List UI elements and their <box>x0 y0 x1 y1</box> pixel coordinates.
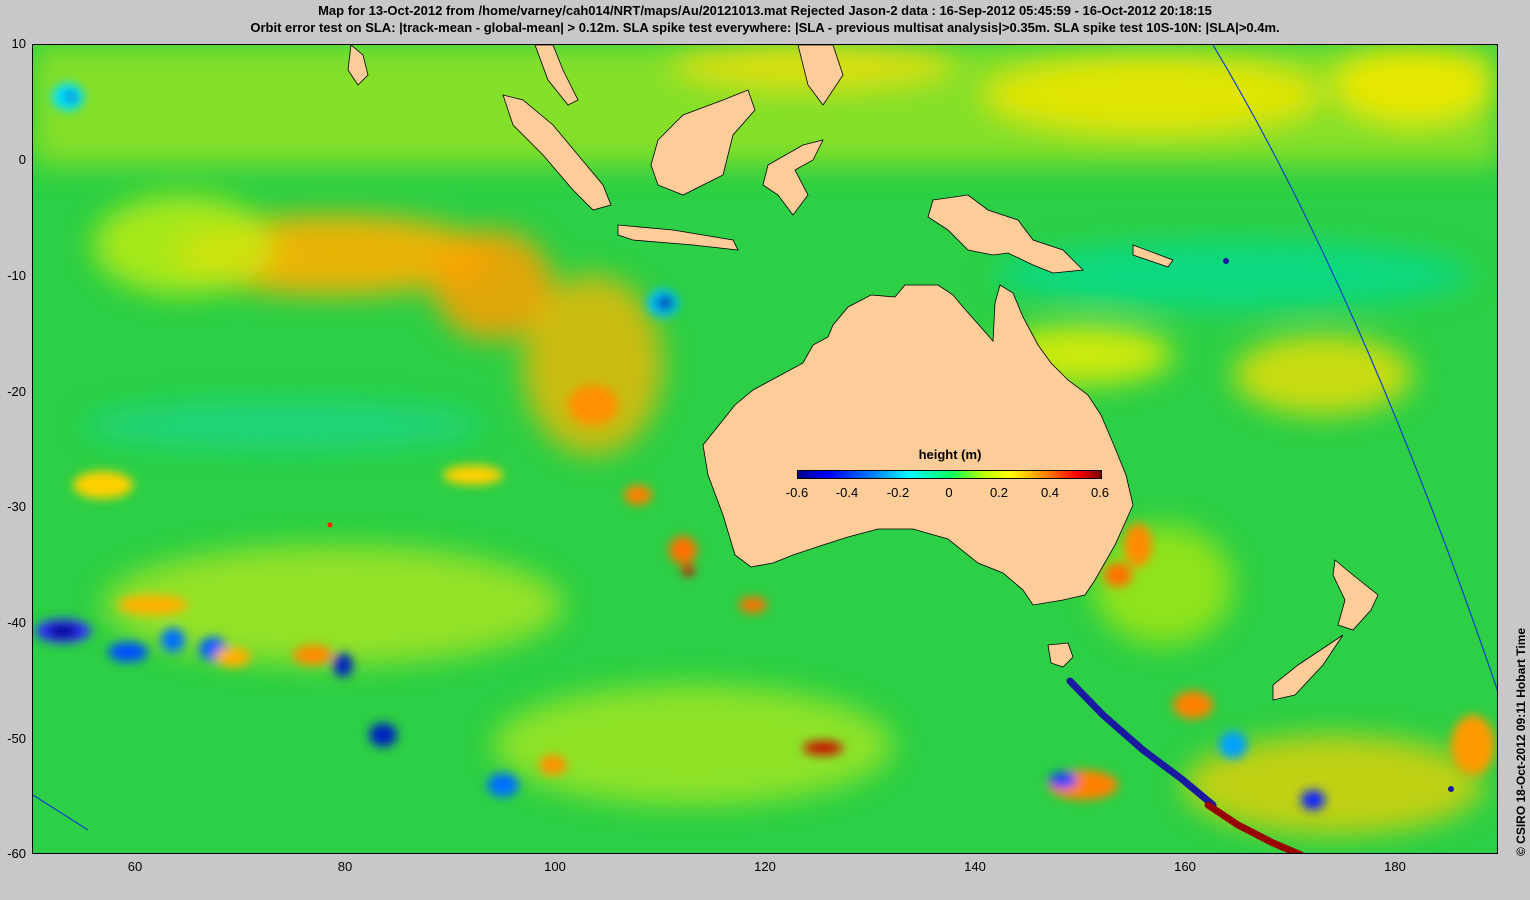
x-tick-label: 60 <box>127 859 143 874</box>
colorbar-tick: 0.4 <box>1040 485 1060 500</box>
map-canvas <box>33 45 1497 853</box>
colorbar-tick: 0.6 <box>1090 485 1110 500</box>
x-tick-label: 180 <box>1384 859 1406 874</box>
y-tick-label: -50 <box>7 731 26 746</box>
credit-text: © CSIRO 18-Oct-2012 09:11 Hobart Time <box>1514 627 1528 856</box>
y-tick-label: -40 <box>7 615 26 630</box>
map-title-line2: Orbit error test on SLA: |track-mean - g… <box>250 20 1280 35</box>
y-tick-label: -60 <box>7 846 26 861</box>
y-tick-label: 10 <box>11 36 26 51</box>
colorbar <box>797 470 1102 479</box>
y-tick-label: -20 <box>7 384 26 399</box>
map-title-line1: Map for 13-Oct-2012 from /home/varney/ca… <box>318 3 1212 18</box>
x-tick-label: 100 <box>544 859 566 874</box>
x-tick-label: 120 <box>754 859 776 874</box>
x-tick-label: 160 <box>1174 859 1196 874</box>
colorbar-tick: -0.4 <box>835 485 859 500</box>
x-tick-label: 80 <box>337 859 353 874</box>
y-tick-label: -30 <box>7 499 26 514</box>
colorbar-tick: 0.2 <box>989 485 1009 500</box>
y-tick-label: -10 <box>7 268 26 283</box>
y-tick-label: 0 <box>18 152 26 167</box>
colorbar-tick: -0.6 <box>785 485 809 500</box>
colorbar-tick: 0 <box>945 485 953 500</box>
x-tick-label: 140 <box>964 859 986 874</box>
colorbar-title: height (m) <box>918 447 982 462</box>
sla-map <box>32 44 1498 854</box>
colorbar-tick: -0.2 <box>886 485 910 500</box>
